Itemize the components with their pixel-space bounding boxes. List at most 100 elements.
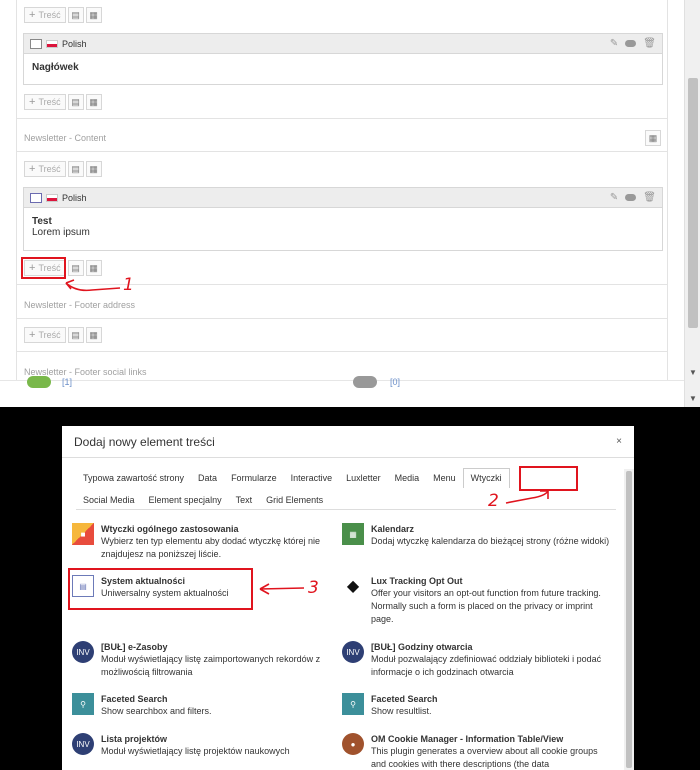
wizard-item-calendar[interactable]: ▦ Kalendarz Dodaj wtyczkę kalendarza do b… — [342, 523, 612, 548]
modal-title: Dodaj nowy element treści — [74, 434, 215, 449]
wizard-item-project-list[interactable]: INV Lista projektów Moduł wyświetlający l… — [72, 733, 342, 758]
faceted-search-icon: ⚲ — [72, 693, 94, 715]
column-label-content: Newsletter - Content — [24, 133, 107, 143]
wizard-icon[interactable]: ▦ — [85, 7, 102, 23]
tab-wtyczki[interactable]: Wtyczki — [462, 468, 510, 488]
paste-icon[interactable]: ▤ — [67, 7, 84, 23]
new-content-bar-5: + Treść ▤ ▦ — [24, 327, 102, 343]
content-element-test: Polish ✎ 🗑 Test Lorem ipsum — [23, 187, 663, 251]
new-content-button-1[interactable]: + Treść — [24, 7, 66, 23]
new-content-button-3[interactable]: + Treść — [24, 161, 66, 177]
scroll-down-arrow-icon[interactable]: ▼ — [688, 394, 698, 404]
content-heading: Nagłówek — [32, 62, 79, 73]
poland-flag-icon — [46, 193, 58, 202]
tab-media[interactable]: Media — [388, 473, 427, 483]
modal-header: Dodaj nowy element treści × — [62, 426, 634, 458]
screenshot-divider — [0, 407, 700, 426]
column-separator — [16, 284, 668, 285]
wizard-icon[interactable]: ▦ — [85, 161, 102, 177]
wizard-item-opening-hours[interactable]: INV [BUŁ] Godziny otwarcia Moduł pozwalaj… — [342, 641, 612, 679]
annotation-box-new-content — [21, 257, 66, 279]
wizard-icon[interactable]: ▦ — [85, 94, 102, 110]
modal-scrollbar[interactable] — [624, 469, 634, 770]
poland-flag-icon — [46, 39, 58, 48]
tabs-underline — [76, 509, 616, 510]
tab-data[interactable]: Data — [191, 473, 224, 483]
content-heading: Test — [32, 216, 52, 227]
delete-trash-icon[interactable]: 🗑 — [643, 192, 656, 203]
tab-formularze[interactable]: Formularze — [224, 473, 284, 483]
wizard-item-cookie-manager[interactable]: ● OM Cookie Manager - Information Table/… — [342, 733, 612, 770]
new-content-button-5[interactable]: + Treść — [24, 327, 66, 343]
tab-element-specjalny[interactable]: Element specjalny — [142, 495, 229, 505]
partial-link-left[interactable]: [1] — [62, 377, 72, 387]
paste-icon[interactable]: ▤ — [67, 327, 84, 343]
wizard-icon[interactable]: ▦ — [85, 260, 102, 276]
delete-trash-icon[interactable]: 🗑 — [643, 38, 656, 49]
scrollbar-thumb[interactable] — [688, 78, 698, 328]
toggle-on-icon[interactable] — [27, 376, 51, 388]
column-separator — [16, 151, 668, 152]
visibility-toggle-icon[interactable] — [625, 40, 637, 47]
cookie-icon: ● — [342, 733, 364, 755]
inv-icon: INV — [342, 641, 364, 663]
visibility-toggle-icon[interactable] — [625, 194, 637, 201]
tab-interactive[interactable]: Interactive — [284, 473, 340, 483]
annotation-step-3: 3 — [308, 578, 319, 598]
column-edit-icon[interactable]: ▦ — [645, 130, 661, 146]
tab-text[interactable]: Text — [229, 495, 260, 505]
content-type-icon — [30, 38, 42, 49]
annotation-step-2: 2 — [488, 491, 499, 511]
edit-pencil-icon[interactable]: ✎ — [610, 192, 618, 203]
tab-grid-elements[interactable]: Grid Elements — [259, 495, 330, 505]
calendar-icon: ▦ — [342, 523, 364, 545]
column-separator — [16, 118, 668, 119]
content-language: Polish — [62, 38, 87, 49]
content-element-toolbar: Polish ✎ 🗑 — [24, 34, 662, 54]
annotation-box-wtyczki-tab — [519, 466, 578, 491]
content-body-text: Lorem ipsum — [32, 227, 90, 238]
content-element-toolbar: Polish ✎ 🗑 — [24, 188, 662, 208]
plus-icon: + — [29, 329, 36, 341]
column-label-footer-address: Newsletter - Footer address — [24, 300, 136, 310]
scrollbar-thumb[interactable] — [626, 471, 632, 768]
wizard-icon[interactable]: ▦ — [85, 327, 102, 343]
plus-icon: + — [29, 163, 36, 175]
content-element-header: Polish ✎ 🗑 Nagłówek — [23, 33, 663, 85]
toggle-off-icon[interactable] — [353, 376, 377, 388]
inv-icon: INV — [72, 733, 94, 755]
new-content-bar-3: + Treść ▤ ▦ — [24, 161, 102, 177]
wizard-item-general-plugin[interactable]: ■ Wtyczki ogólnego zastosowania Wybierz t… — [72, 523, 342, 561]
paste-icon[interactable]: ▤ — [67, 94, 84, 110]
inv-icon: INV — [72, 641, 94, 663]
page-scrollbar[interactable]: ▼ ▼ — [684, 0, 700, 407]
partial-content-strip: [1] [0] — [0, 376, 684, 407]
plus-icon: + — [29, 9, 36, 21]
page-module-content: + Treść ▤ ▦ Polish ✎ 🗑 Nagłówek + Treść ▤ … — [0, 0, 684, 380]
paste-icon[interactable]: ▤ — [67, 161, 84, 177]
new-content-bar-1: + Treść ▤ ▦ — [24, 7, 102, 23]
tab-typowa[interactable]: Typowa zawartość strony — [76, 473, 191, 483]
column-separator — [16, 351, 668, 352]
column-separator — [16, 318, 668, 319]
close-icon[interactable]: × — [616, 436, 622, 447]
faceted-search-icon: ⚲ — [342, 693, 364, 715]
tab-luxletter[interactable]: Luxletter — [339, 473, 388, 483]
partial-link-right[interactable]: [0] — [390, 377, 400, 387]
wizard-item-faceted-search-results[interactable]: ⚲ Faceted Search Show resultlist. — [342, 693, 612, 718]
wizard-item-faceted-search-filters[interactable]: ⚲ Faceted Search Show searchbox and filte… — [72, 693, 342, 718]
tab-menu[interactable]: Menu — [426, 473, 463, 483]
page-module-pane: + Treść ▤ ▦ Polish ✎ 🗑 Nagłówek + Treść ▤ … — [0, 0, 700, 407]
new-content-bar-2: + Treść ▤ ▦ — [24, 94, 102, 110]
wizard-item-lux-opt-out[interactable]: ◆ Lux Tracking Opt Out Offer your visitor… — [342, 575, 612, 626]
tab-social-media[interactable]: Social Media — [76, 495, 142, 505]
content-language: Polish — [62, 192, 87, 203]
lux-cat-icon: ◆ — [346, 578, 360, 595]
annotation-box-news-system — [68, 568, 253, 610]
plus-icon: + — [29, 96, 36, 108]
wizard-item-e-zasoby[interactable]: INV [BUŁ] e-Zasoby Moduł wyświetlający li… — [72, 641, 342, 679]
new-content-button-2[interactable]: + Treść — [24, 94, 66, 110]
scroll-down-arrow-icon[interactable]: ▼ — [688, 368, 698, 378]
edit-pencil-icon[interactable]: ✎ — [610, 38, 618, 49]
paste-icon[interactable]: ▤ — [67, 260, 84, 276]
